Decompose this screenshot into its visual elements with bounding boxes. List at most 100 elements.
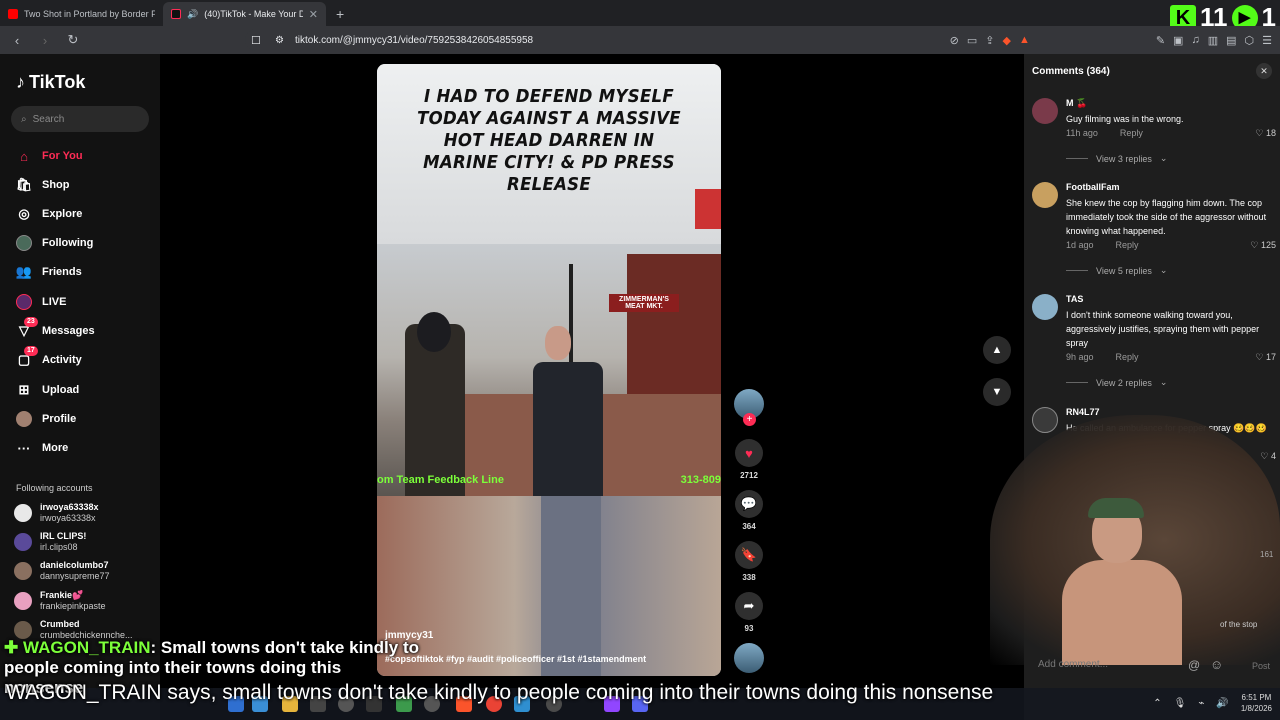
- site-info-icon[interactable]: ⚙: [275, 35, 284, 46]
- mention-icon[interactable]: @: [1188, 658, 1200, 672]
- like-button[interactable]: ♥: [735, 439, 763, 467]
- back-icon[interactable]: ‹: [8, 33, 26, 48]
- comment-time: 9h ago: [1066, 352, 1094, 362]
- previous-video-button[interactable]: ▲: [983, 336, 1011, 364]
- reply-button[interactable]: Reply: [1116, 240, 1139, 250]
- clock[interactable]: 6:51 PM 1/8/2026: [1241, 692, 1272, 714]
- nav-live[interactable]: LIVE: [16, 292, 66, 312]
- new-tab-button[interactable]: +: [326, 2, 354, 26]
- nav-friends[interactable]: 👥 Friends: [16, 262, 82, 282]
- tab-icon[interactable]: ▣: [1173, 34, 1183, 47]
- view-replies-button[interactable]: View 3 replies ⌄: [1066, 153, 1167, 164]
- address-bar[interactable]: ☐ ⚙ tiktok.com/@jmmycy31/video/759253842…: [245, 29, 990, 51]
- nav-following[interactable]: Following: [16, 233, 93, 253]
- comment-like[interactable]: ♡ 17: [1255, 352, 1276, 363]
- nav-for-you[interactable]: ⌂ For You: [16, 146, 82, 166]
- avatar[interactable]: [1032, 182, 1058, 208]
- follow-plus-icon[interactable]: +: [743, 413, 756, 426]
- emoji-icon[interactable]: ☺: [1210, 657, 1223, 672]
- avatar[interactable]: [1032, 407, 1058, 433]
- video-player[interactable]: I HAD TO DEFEND MYSELF TODAY AGAINST A M…: [377, 64, 721, 676]
- tiktok-sidebar: ♪ TikTok ⌕ Search ⌂ For You 🛍 Shop ◎ Exp…: [0, 54, 160, 720]
- no-tracking-icon[interactable]: ⊘: [950, 34, 959, 47]
- comment-user[interactable]: M 🍒: [1066, 98, 1087, 109]
- clock-time: 6:51 PM: [1241, 693, 1272, 702]
- reply-button[interactable]: Reply: [1120, 128, 1143, 138]
- account-handle: frankiepinkpaste: [40, 601, 106, 611]
- reload-icon[interactable]: ↻: [64, 32, 82, 48]
- browser-tab[interactable]: Two Shot in Portland by Border Patrol: [0, 2, 163, 26]
- brave-shield-icon[interactable]: ◆: [1002, 34, 1010, 47]
- compass-icon: ◎: [18, 206, 30, 221]
- volume-icon[interactable]: 🔊: [1216, 698, 1228, 709]
- cast-icon[interactable]: ▭: [967, 34, 977, 47]
- save-count: 338: [742, 573, 756, 582]
- close-icon[interactable]: ✕: [1256, 63, 1272, 79]
- bookmark-icon: 🔖: [740, 547, 758, 562]
- nav-explore[interactable]: ◎ Explore: [16, 204, 82, 224]
- tiktok-logo[interactable]: ♪ TikTok: [16, 72, 85, 93]
- avatar[interactable]: [1032, 98, 1058, 124]
- comment-input[interactable]: Add comment...: [1038, 659, 1108, 670]
- following-account[interactable]: danielcolumbo7 dannysupreme77: [14, 560, 110, 582]
- comment-like[interactable]: ♡ 18: [1255, 128, 1276, 139]
- video-scene: ZIMMERMAN'S MEAT MKT. om Team Feedback L…: [377, 244, 721, 496]
- nav-label: Activity: [42, 354, 82, 366]
- network-icon[interactable]: ⌁: [1198, 698, 1204, 709]
- comment-item: M 🍒 Guy filming was in the wrong. 11h ag…: [1032, 98, 1276, 168]
- creator-avatar[interactable]: +: [734, 389, 764, 426]
- media-icon[interactable]: ♫: [1191, 34, 1199, 46]
- wallet-icon[interactable]: ▤: [1226, 34, 1236, 47]
- reply-button[interactable]: Reply: [1116, 352, 1139, 362]
- browser-tab-active[interactable]: 🔊 (40)TikTok - Make Your Day ✕: [163, 2, 326, 26]
- following-account[interactable]: irwoya63338x irwoya63338x: [14, 502, 99, 524]
- sound-disc-icon[interactable]: [734, 643, 764, 673]
- video-hashtags[interactable]: #copsoftiktok #fyp #audit #policeofficer…: [385, 654, 646, 664]
- comment-user[interactable]: TAS: [1066, 294, 1083, 304]
- tts-caption: WAGON_TRAIN says, small towns don't take…: [6, 681, 994, 704]
- account-name: irwoya63338x: [40, 502, 99, 512]
- brave-rewards-icon[interactable]: ▲: [1019, 34, 1030, 46]
- share-arrow-icon: ➦: [743, 598, 755, 613]
- nav-label: Profile: [42, 413, 77, 425]
- nav-profile[interactable]: Profile: [16, 409, 76, 429]
- heart-icon: ♥: [745, 445, 753, 461]
- activity-icon: ▢ 17: [16, 346, 38, 368]
- comment-like[interactable]: ♡ 125: [1250, 240, 1276, 251]
- comment-user[interactable]: RN4L77: [1066, 407, 1100, 417]
- man-head: [545, 326, 571, 360]
- following-account[interactable]: IRL CLIPS! irl.clips08: [14, 531, 86, 553]
- chevron-down-icon: ⌄: [1159, 377, 1168, 387]
- nav-more[interactable]: ··· More: [16, 438, 69, 458]
- video-feed: I HAD TO DEFEND MYSELF TODAY AGAINST A M…: [160, 54, 1024, 720]
- post-button[interactable]: Post: [1252, 661, 1270, 671]
- search-input[interactable]: ⌕ Search: [11, 106, 149, 132]
- save-button[interactable]: 🔖: [735, 541, 763, 569]
- live-icon: [16, 294, 32, 310]
- vpn-icon[interactable]: ⬡: [1245, 34, 1255, 47]
- comment-button[interactable]: 💬: [735, 490, 763, 518]
- microphone-icon[interactable]: 🎙: [1174, 698, 1187, 709]
- nav-shop[interactable]: 🛍 Shop: [16, 175, 70, 195]
- forward-icon[interactable]: ›: [36, 33, 54, 48]
- chevron-up-icon[interactable]: ⌃: [1153, 698, 1161, 709]
- activity-badge: 17: [24, 346, 38, 356]
- following-account[interactable]: Frankie💕 frankiepinkpaste: [14, 590, 106, 612]
- nav-upload[interactable]: ⊞ Upload: [16, 380, 80, 400]
- nav-activity[interactable]: ▢ 17 Activity: [16, 346, 82, 370]
- extensions-icon[interactable]: ✎: [1156, 34, 1165, 47]
- comment-like[interactable]: ♡ 4: [1260, 451, 1276, 462]
- share-button[interactable]: ➦: [735, 592, 763, 620]
- view-replies-button[interactable]: View 2 replies ⌄: [1066, 377, 1167, 388]
- sidebar-icon[interactable]: ▥: [1208, 34, 1218, 47]
- bookmark-icon[interactable]: ☐: [251, 34, 261, 47]
- close-tab-icon[interactable]: ✕: [309, 8, 318, 21]
- next-video-button[interactable]: ▼: [983, 378, 1011, 406]
- nav-messages[interactable]: ▽ 23 Messages: [16, 317, 95, 341]
- comment-user[interactable]: FootballFam: [1066, 182, 1120, 192]
- menu-icon[interactable]: ☰: [1262, 34, 1272, 47]
- avatar[interactable]: [1032, 294, 1058, 320]
- view-replies-button[interactable]: View 5 replies ⌄: [1066, 265, 1167, 276]
- share-icon[interactable]: ⇪: [985, 34, 994, 47]
- comment-meta: 11h ago Reply: [1066, 128, 1143, 138]
